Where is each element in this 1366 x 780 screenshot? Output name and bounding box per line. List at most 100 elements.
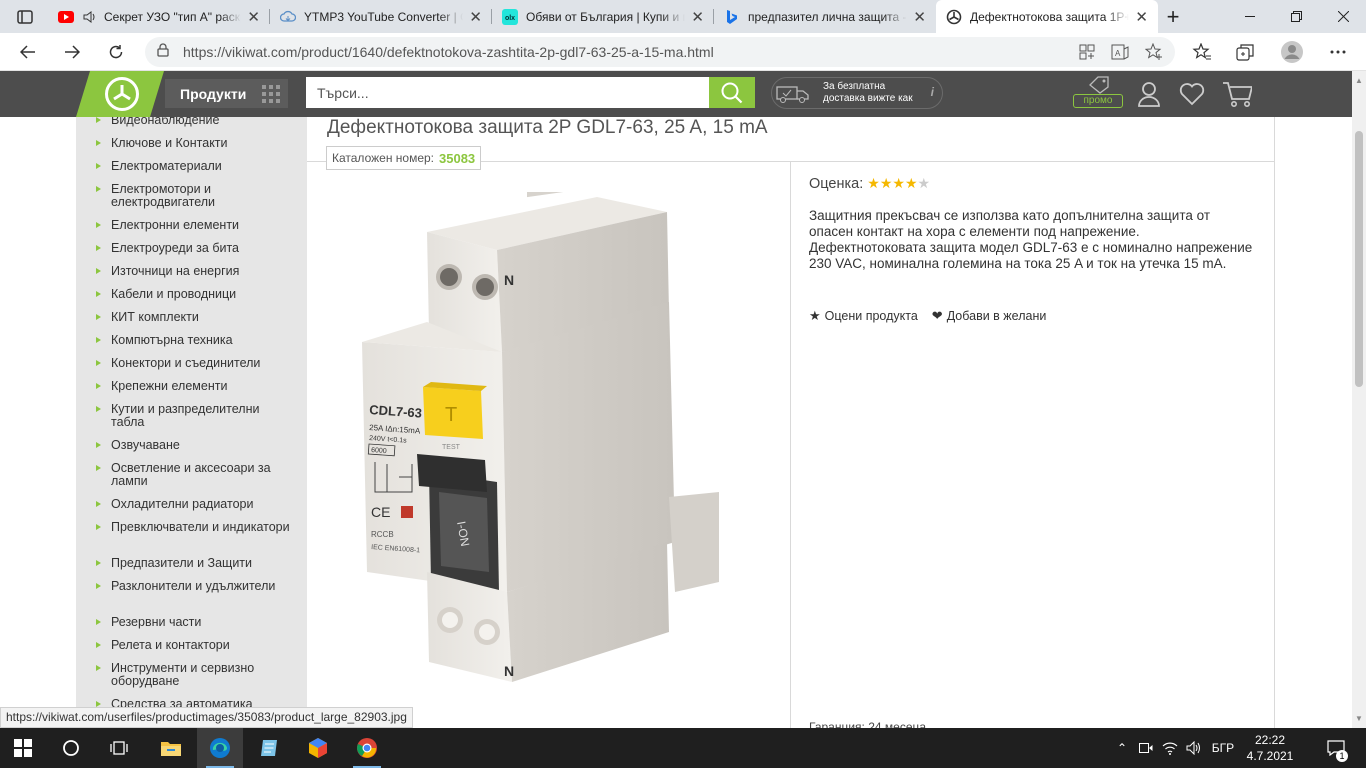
url-text[interactable]: https://vikiwat.com/product/1640/defektn… <box>183 44 714 60</box>
close-tab-icon[interactable]: ✕ <box>1135 8 1148 26</box>
shopping-cart-icon[interactable] <box>1222 79 1252 109</box>
sidebar-item-klyuchove[interactable]: Ключове и Контакти <box>96 137 291 150</box>
sidebar-item-predpaziteli[interactable]: Предпазители и Защити <box>96 557 291 570</box>
info-icon[interactable]: i <box>931 86 934 98</box>
wifi-icon[interactable] <box>1158 728 1182 768</box>
add-favorite-icon[interactable] <box>1144 42 1163 66</box>
sidebar-item-kabeli[interactable]: Кабели и проводници <box>96 288 291 301</box>
refresh-icon[interactable] <box>100 37 132 67</box>
bing-icon <box>724 9 740 25</box>
system-clock[interactable]: 22:22 4.7.2021 г. <box>1242 732 1298 780</box>
sidebar-item-konektori[interactable]: Конектори и съединители <box>96 357 291 370</box>
scroll-down-icon[interactable]: ▼ <box>1355 714 1363 723</box>
products-menu-button[interactable]: Продукти <box>165 79 288 108</box>
tab-title: Секрет УЗО "тип А" раскрыт <box>104 9 241 24</box>
search-button[interactable] <box>709 77 755 108</box>
clock-date: 4.7.2021 г. <box>1246 749 1294 779</box>
search-circle-icon[interactable] <box>48 728 94 768</box>
vikiwat-icon <box>946 9 962 25</box>
meet-now-icon[interactable] <box>1134 728 1158 768</box>
close-tab-icon[interactable]: ✕ <box>691 8 704 26</box>
search-icon <box>721 82 743 103</box>
new-tab-button[interactable]: + <box>1158 0 1188 33</box>
tab-vikiwat-active[interactable]: Дефектнотокова защита 1Р+N, 25 A ✕ <box>936 0 1158 33</box>
promo-button[interactable]: промо <box>1073 76 1123 110</box>
windows-start-icon[interactable] <box>0 728 46 768</box>
sidebar-item-elektronni-elementi[interactable]: Електронни елементи <box>96 219 291 232</box>
collections-icon[interactable] <box>1229 37 1261 67</box>
notification-count: 1 <box>1336 750 1348 762</box>
lock-icon[interactable] <box>157 42 169 62</box>
close-window-icon[interactable] <box>1320 0 1366 33</box>
notifications-icon[interactable]: 1 <box>1318 728 1354 768</box>
sidebar-item-razklonitel[interactable]: Разклонители и удължители <box>96 580 291 593</box>
browser-toolbar: https://vikiwat.com/product/1640/defektn… <box>0 33 1366 71</box>
show-hidden-icons[interactable]: ⌃ <box>1110 728 1134 768</box>
profile-avatar[interactable] <box>1276 37 1308 67</box>
page-scrollbar[interactable]: ▲ ▼ <box>1352 71 1366 728</box>
address-bar[interactable]: https://vikiwat.com/product/1640/defektn… <box>145 37 1175 67</box>
rate-product-link[interactable]: ★ Оцени продукта <box>809 308 918 324</box>
sidebar-item-osvetlenie[interactable]: Осветление и аксесоари за лампи <box>96 462 291 488</box>
sidebar-item-kompyutarna-tehnika[interactable]: Компютърна техника <box>96 334 291 347</box>
sidebar-item-videonablyudenie[interactable]: Видеонаблюдение <box>96 117 291 127</box>
edge-browser-icon[interactable] <box>197 728 243 768</box>
forward-icon[interactable] <box>56 37 88 67</box>
favorites-icon[interactable] <box>1186 37 1218 67</box>
free-delivery-banner[interactable]: За безплатна доставка вижте как i <box>771 77 943 109</box>
restore-icon[interactable] <box>1273 0 1319 33</box>
scrollbar-thumb[interactable] <box>1355 131 1363 387</box>
sidebar-item-releta[interactable]: Релета и контактори <box>96 639 291 652</box>
speaker-icon[interactable] <box>82 9 98 25</box>
tab-actions-icon[interactable] <box>8 5 42 29</box>
sidebar-item-krepezhni[interactable]: Крепежни елементи <box>96 380 291 393</box>
sidebar-item-elektromotori[interactable]: Електромотори и електродвигатели <box>96 183 291 209</box>
link-status-bar: https://vikiwat.com/userfiles/productima… <box>0 707 413 728</box>
sidebar-item-iztochnici-energia[interactable]: Източници на енергия <box>96 265 291 278</box>
file-explorer-icon[interactable] <box>148 728 194 768</box>
close-tab-icon[interactable]: ✕ <box>913 8 926 26</box>
tab-youtube[interactable]: Секрет УЗО "тип А" раскрыт ✕ <box>48 0 270 33</box>
volume-icon[interactable] <box>1182 728 1206 768</box>
search-input[interactable]: Търси... <box>306 77 709 108</box>
immersive-reader-icon[interactable]: A <box>1111 44 1129 65</box>
add-to-wishlist-link[interactable]: ❤ Добави в желани <box>932 308 1047 324</box>
app-available-icon[interactable] <box>1079 44 1095 65</box>
sidebar-item-elektrouredi[interactable]: Електроуреди за бита <box>96 242 291 255</box>
device-rccb: RCCB <box>371 530 394 539</box>
device-ce: CE <box>371 504 390 520</box>
tab-ytmp3[interactable]: YTMP3 YouTube Converter | ОнЛайн ✕ <box>270 0 492 33</box>
clock-time: 22:22 <box>1254 733 1286 747</box>
wishlist-heart-icon[interactable] <box>1177 79 1207 109</box>
sidebar-item-radiatori[interactable]: Охладителни радиатори <box>96 498 291 511</box>
sidebar-item-kutii[interactable]: Кутии и разпределителни табла <box>96 403 291 429</box>
user-account-icon[interactable] <box>1134 79 1164 109</box>
close-tab-icon[interactable]: ✕ <box>247 8 260 26</box>
wishlist-label: Добави в желани <box>946 309 1047 323</box>
vikiwat-logo[interactable] <box>76 71 164 117</box>
back-icon[interactable] <box>12 37 44 67</box>
device-n-top: N <box>504 272 514 288</box>
products-label: Продукти <box>180 85 247 102</box>
sidebar-item-instrumenti[interactable]: Инструменти и сервизно оборудване <box>96 662 291 688</box>
settings-more-icon[interactable] <box>1322 37 1354 67</box>
tab-olx[interactable]: olx Обяви от България | Купи и продай ✕ <box>492 0 714 33</box>
scroll-up-icon[interactable]: ▲ <box>1355 76 1363 85</box>
notes-app-icon[interactable] <box>246 728 292 768</box>
chrome-icon[interactable] <box>344 728 390 768</box>
minimize-icon[interactable] <box>1227 0 1273 33</box>
sidebar-item-elektromateriali[interactable]: Електроматериали <box>96 160 291 173</box>
device-rating-box: 6000 <box>371 447 387 455</box>
sidebar-item-prevklyuchvateli[interactable]: Превключватели и индикатори <box>96 521 291 534</box>
product-image[interactable]: N T TEST CDL7-63 25A IΔn:15mA 240V t<0.1… <box>357 192 737 692</box>
sidebar-item-ozvuchavane[interactable]: Озвучаване <box>96 439 291 452</box>
3d-viewer-icon[interactable] <box>295 728 341 768</box>
close-tab-icon[interactable]: ✕ <box>469 8 482 26</box>
tab-bing[interactable]: предпазител лична защита - Търсене ✕ <box>714 0 936 33</box>
sidebar-item-rezervni-chasti[interactable]: Резервни части <box>96 616 291 629</box>
device-test-text: TEST <box>442 444 461 451</box>
input-language[interactable]: БГР <box>1206 728 1240 768</box>
task-view-icon[interactable] <box>96 728 142 768</box>
star-icon: ★ <box>904 175 918 191</box>
sidebar-item-kit[interactable]: КИТ комплекти <box>96 311 291 324</box>
